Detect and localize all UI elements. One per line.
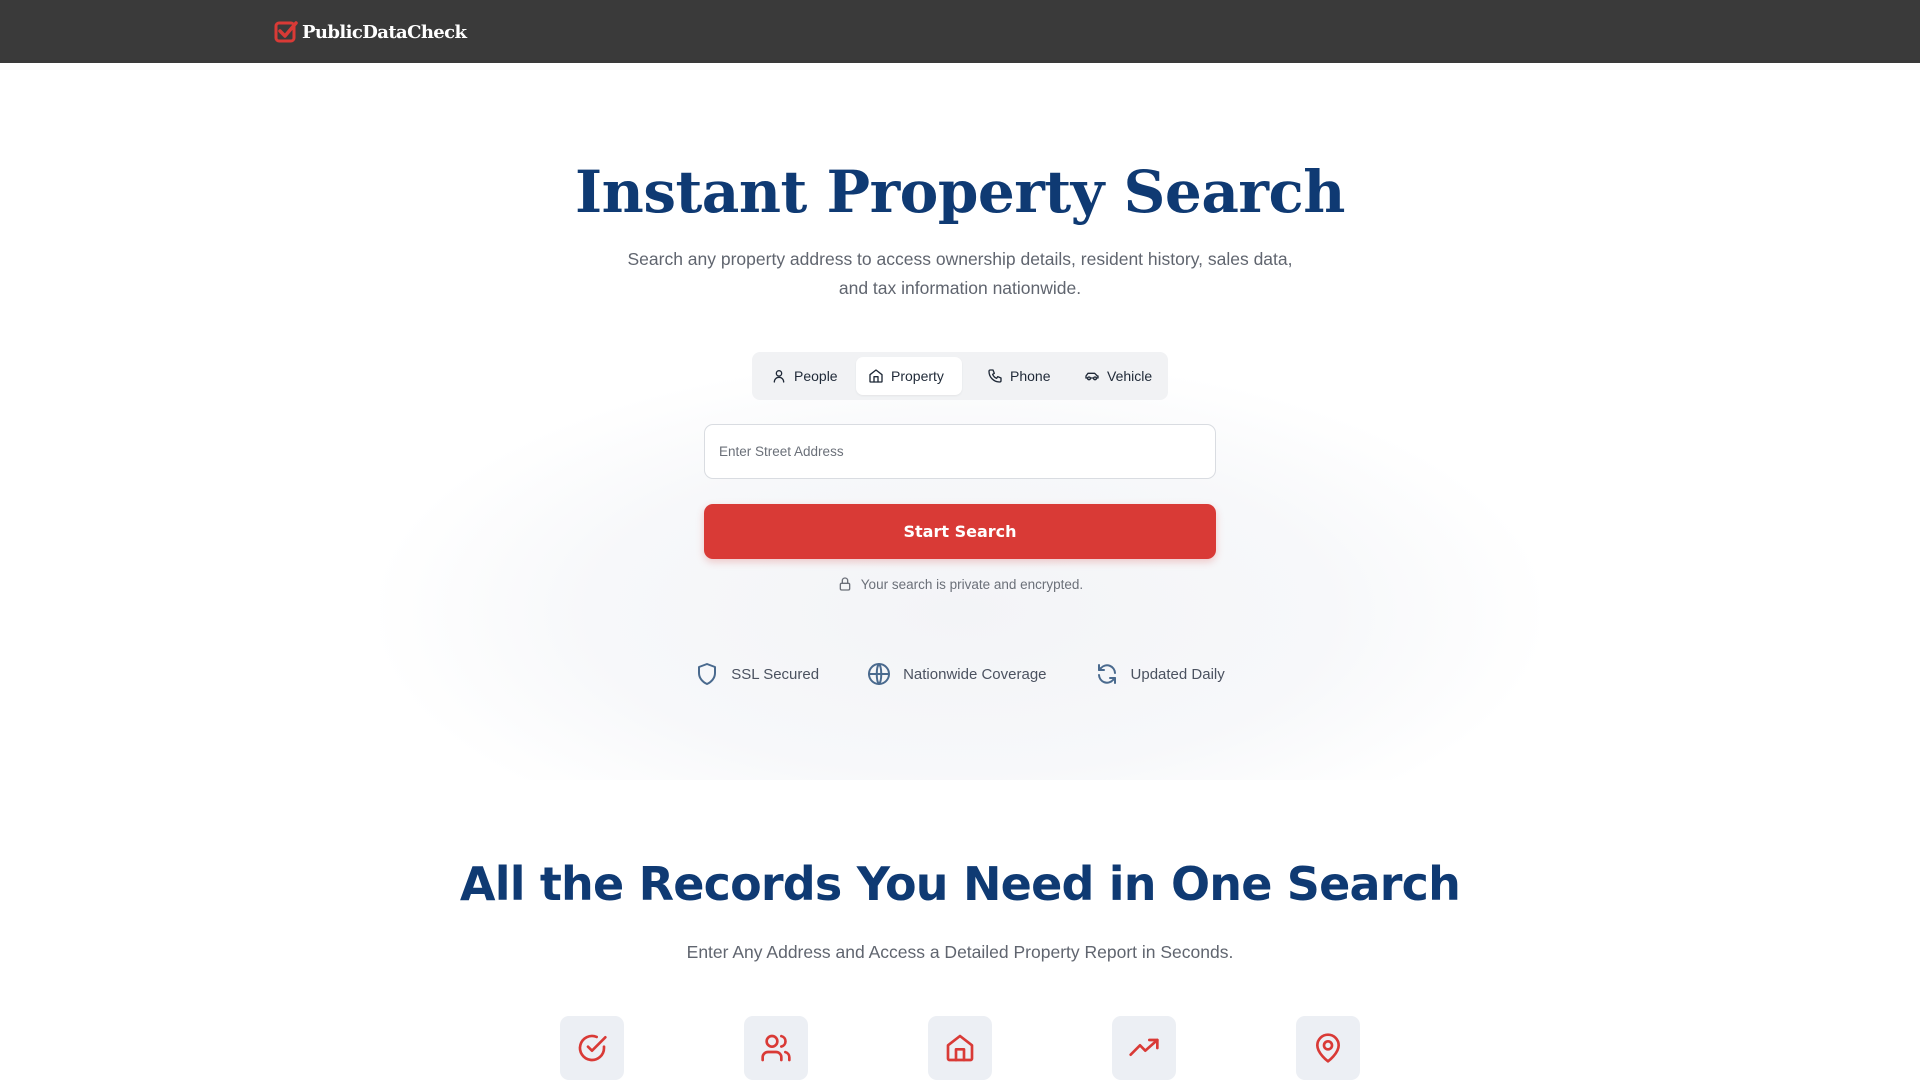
trending-up-icon bbox=[1129, 1038, 1159, 1056]
badge-updated-label: Updated Daily bbox=[1130, 665, 1225, 683]
phone-icon bbox=[988, 369, 1002, 383]
feature-verified bbox=[560, 1016, 624, 1080]
tab-vehicle[interactable]: Vehicle bbox=[1072, 357, 1164, 395]
tab-vehicle-label: Vehicle bbox=[1107, 368, 1153, 384]
page-title: Instant Property Search bbox=[575, 158, 1345, 226]
feature-property bbox=[928, 1016, 992, 1080]
privacy-note-text: Your search is private and encrypted. bbox=[860, 576, 1084, 592]
badge-updated: Updated Daily bbox=[1095, 662, 1225, 686]
tab-people[interactable]: People bbox=[759, 357, 850, 395]
checkmark-logo-icon bbox=[274, 21, 298, 43]
tab-property[interactable]: Property bbox=[856, 357, 962, 395]
tab-phone[interactable]: Phone bbox=[975, 357, 1062, 395]
badge-coverage: Nationwide Coverage bbox=[867, 662, 1047, 686]
globe-icon bbox=[868, 663, 891, 685]
hero-subtitle-line-1: Search any property address to access ow… bbox=[627, 249, 1293, 269]
map-pin-icon bbox=[1316, 1033, 1340, 1063]
hero-subtitle-line-2: and tax information nationwide. bbox=[838, 278, 1082, 298]
tab-people-label: People bbox=[794, 368, 838, 384]
users-icon bbox=[761, 1034, 791, 1062]
user-icon bbox=[773, 370, 785, 383]
privacy-note: Your search is private and encrypted. bbox=[0, 576, 1920, 592]
brand-name: PublicDataCheck bbox=[302, 21, 467, 43]
home-icon bbox=[946, 1034, 974, 1062]
shield-icon bbox=[698, 663, 717, 685]
records-section-subtitle: Enter Any Address and Access a Detailed … bbox=[686, 942, 1234, 962]
car-icon bbox=[1085, 372, 1099, 381]
start-search-button[interactable]: Start Search bbox=[704, 504, 1216, 559]
hero-subtitle: Search any property address to access ow… bbox=[620, 245, 1300, 303]
hero-background bbox=[380, 360, 1540, 780]
badge-ssl-label: SSL Secured bbox=[731, 665, 820, 683]
badge-coverage-label: Nationwide Coverage bbox=[903, 665, 1047, 683]
site-logo[interactable]: PublicDataCheck bbox=[274, 19, 467, 45]
feature-sales-trends bbox=[1112, 1016, 1176, 1080]
top-navigation-bar: PublicDataCheck bbox=[0, 0, 1920, 63]
trust-badges: SSL Secured Nationwide Coverage Updated … bbox=[0, 662, 1920, 686]
street-address-input[interactable] bbox=[704, 424, 1216, 479]
check-circle-icon bbox=[578, 1034, 607, 1062]
feature-location bbox=[1296, 1016, 1360, 1080]
feature-residents bbox=[744, 1016, 808, 1080]
tab-phone-label: Phone bbox=[1010, 368, 1051, 384]
refresh-icon bbox=[1097, 664, 1116, 684]
badge-ssl: SSL Secured bbox=[695, 662, 819, 686]
tab-property-label: Property bbox=[891, 368, 944, 384]
records-section-title: All the Records You Need in One Search bbox=[459, 857, 1461, 911]
search-type-tabs: People Property Phone Vehicle bbox=[752, 352, 1168, 400]
lock-icon bbox=[839, 577, 851, 591]
home-icon bbox=[869, 369, 883, 383]
